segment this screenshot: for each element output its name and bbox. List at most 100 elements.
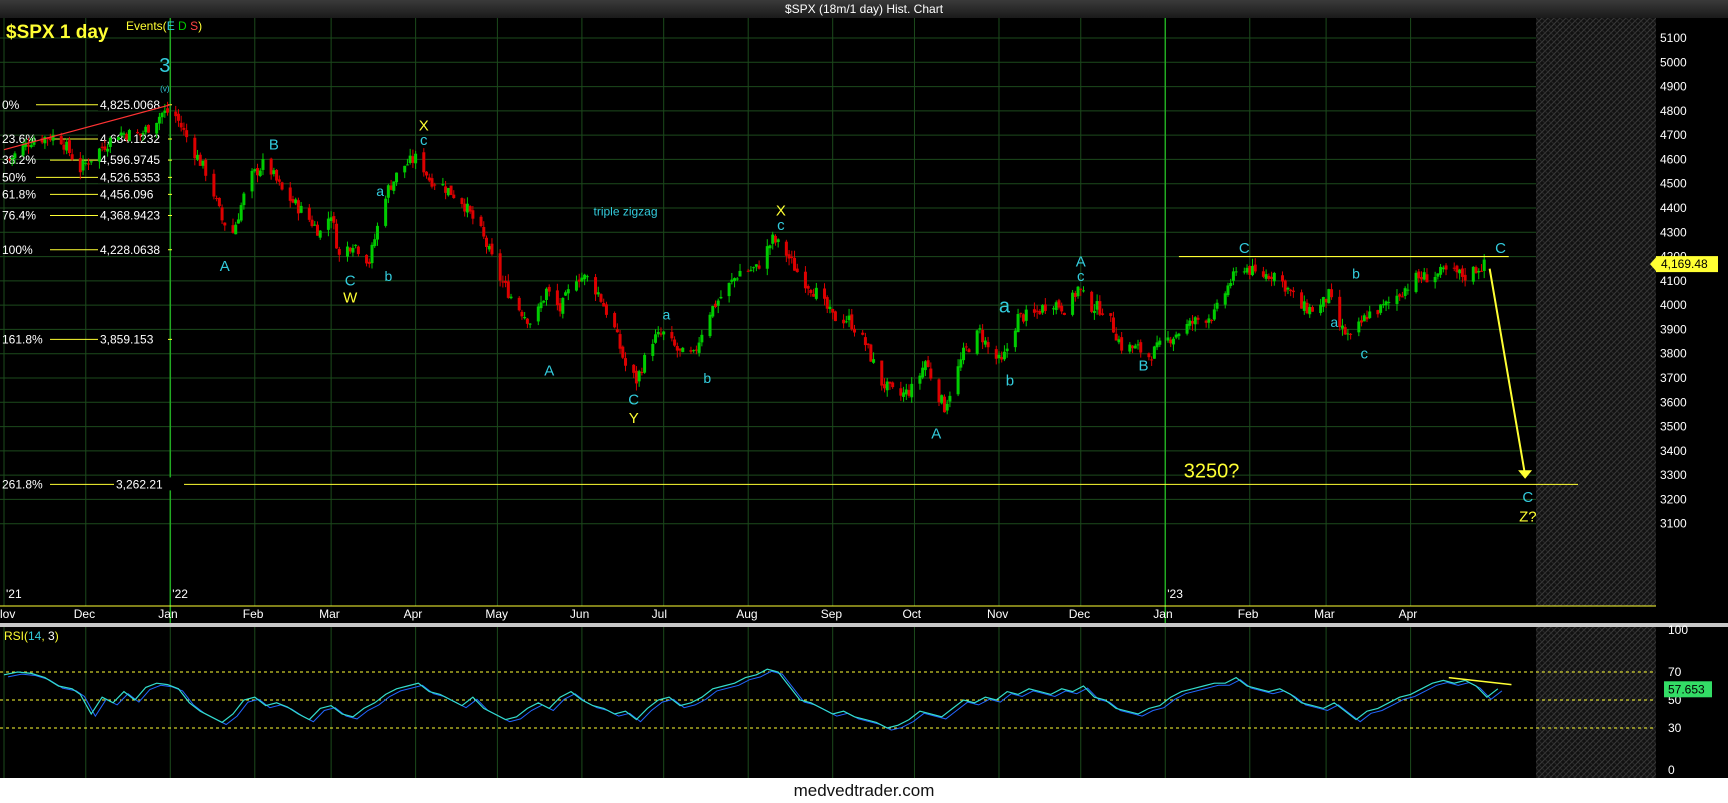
- candle-body: [678, 348, 682, 351]
- candle-body: [615, 329, 619, 333]
- candle-body: [983, 340, 987, 345]
- candle-body: [403, 165, 407, 173]
- candle-body: [468, 206, 472, 212]
- candle-body: [673, 339, 677, 346]
- candle-body: [850, 314, 854, 330]
- candle-body: [261, 159, 265, 170]
- candle-body: [411, 156, 415, 163]
- candle-body: [294, 199, 298, 204]
- candle-body: [1136, 344, 1140, 346]
- wave-label: Y: [629, 410, 639, 427]
- candle-body: [621, 346, 625, 358]
- wave-label: triple zigzag: [594, 204, 658, 218]
- candle-body: [7, 159, 11, 161]
- candle-body: [1035, 310, 1039, 312]
- candle-body: [637, 371, 641, 382]
- candle-body: [1291, 290, 1295, 293]
- candle-body: [307, 207, 311, 220]
- svg-text:Events(E D S): Events(E D S): [126, 19, 202, 33]
- candle-body: [386, 185, 390, 198]
- candle-body: [1463, 274, 1467, 281]
- wave-label: c: [777, 217, 785, 234]
- candle-body: [697, 342, 701, 353]
- candle-body: [1092, 310, 1096, 313]
- candle-body: [1319, 304, 1323, 314]
- candle-body: [296, 200, 300, 214]
- price-tick-label: 4600: [1660, 152, 1687, 166]
- candle-body: [65, 141, 69, 151]
- candle-body: [392, 181, 396, 191]
- candle-body: [1169, 339, 1173, 344]
- candle-body: [681, 347, 685, 353]
- candle-body: [1376, 310, 1380, 315]
- candle-body: [269, 158, 273, 175]
- events-legend[interactable]: Events(E D S): [126, 19, 202, 33]
- candle-body: [904, 389, 908, 395]
- events-close: ): [198, 19, 202, 33]
- footer-site[interactable]: medvedtrader.com: [0, 778, 1728, 803]
- candle-body: [389, 185, 393, 190]
- candle-body: [1441, 267, 1445, 270]
- candle-body: [1000, 357, 1004, 360]
- candle-body: [291, 199, 295, 203]
- candle-body: [1057, 300, 1061, 308]
- wave-label: C: [628, 392, 639, 409]
- candle-body: [182, 127, 186, 130]
- candle-body: [1155, 342, 1159, 348]
- candle-body: [771, 234, 775, 244]
- candle-body: [776, 239, 780, 243]
- candle-body: [1289, 289, 1293, 292]
- candle-body: [141, 133, 145, 135]
- candle-body: [814, 287, 818, 299]
- wave-label: b: [1006, 372, 1014, 389]
- candle-body: [1349, 333, 1353, 335]
- candle-body: [1245, 267, 1249, 273]
- candle-body: [733, 278, 737, 282]
- candle-body: [1133, 345, 1137, 349]
- candle-body: [700, 334, 704, 343]
- candle-body: [465, 203, 469, 213]
- candle-body: [975, 330, 979, 354]
- candle-body: [87, 163, 91, 165]
- candle-body: [574, 281, 578, 291]
- candle-body: [484, 237, 488, 247]
- candle-body: [1433, 277, 1437, 283]
- panel-divider[interactable]: [0, 623, 1728, 627]
- wave-label: a: [999, 295, 1011, 317]
- candle-body: [994, 349, 998, 359]
- candle-body: [1338, 296, 1342, 328]
- candle-body: [940, 395, 944, 404]
- candle-body: [1152, 346, 1156, 359]
- candle-body: [956, 366, 960, 395]
- wave-label: a: [663, 307, 671, 323]
- candle-body: [536, 306, 540, 322]
- candle-body: [1041, 304, 1045, 313]
- candle-body: [872, 359, 876, 363]
- candle-body: [825, 297, 829, 309]
- candle-body: [1210, 320, 1214, 322]
- month-label: May: [485, 607, 508, 621]
- candle-body: [277, 179, 281, 182]
- candle-body: [651, 343, 655, 356]
- candle-body: [754, 264, 758, 267]
- candle-body: [1207, 318, 1211, 323]
- candle-body: [640, 371, 644, 374]
- events-e: E: [167, 19, 175, 33]
- candle-body: [258, 170, 262, 176]
- candle-body: [1479, 270, 1483, 272]
- candle-body: [1147, 353, 1151, 358]
- rsi-tick-label: 0: [1668, 763, 1675, 777]
- candle-body: [176, 113, 180, 121]
- events-label: Events(: [126, 19, 167, 33]
- candle-body: [719, 296, 723, 299]
- candle-body: [585, 276, 589, 278]
- candle-body: [773, 235, 777, 243]
- candle-body: [1043, 304, 1047, 311]
- candle-body: [1420, 277, 1424, 280]
- candle-body: [1452, 267, 1456, 269]
- month-label: Dec: [1069, 607, 1090, 621]
- chart-canvas[interactable]: 0%4,825.006823.6%4,684.123238.2%4,596.97…: [0, 18, 1728, 778]
- candle-body: [348, 247, 352, 252]
- price-tick-label: 3400: [1660, 444, 1687, 458]
- candle-body: [212, 173, 216, 197]
